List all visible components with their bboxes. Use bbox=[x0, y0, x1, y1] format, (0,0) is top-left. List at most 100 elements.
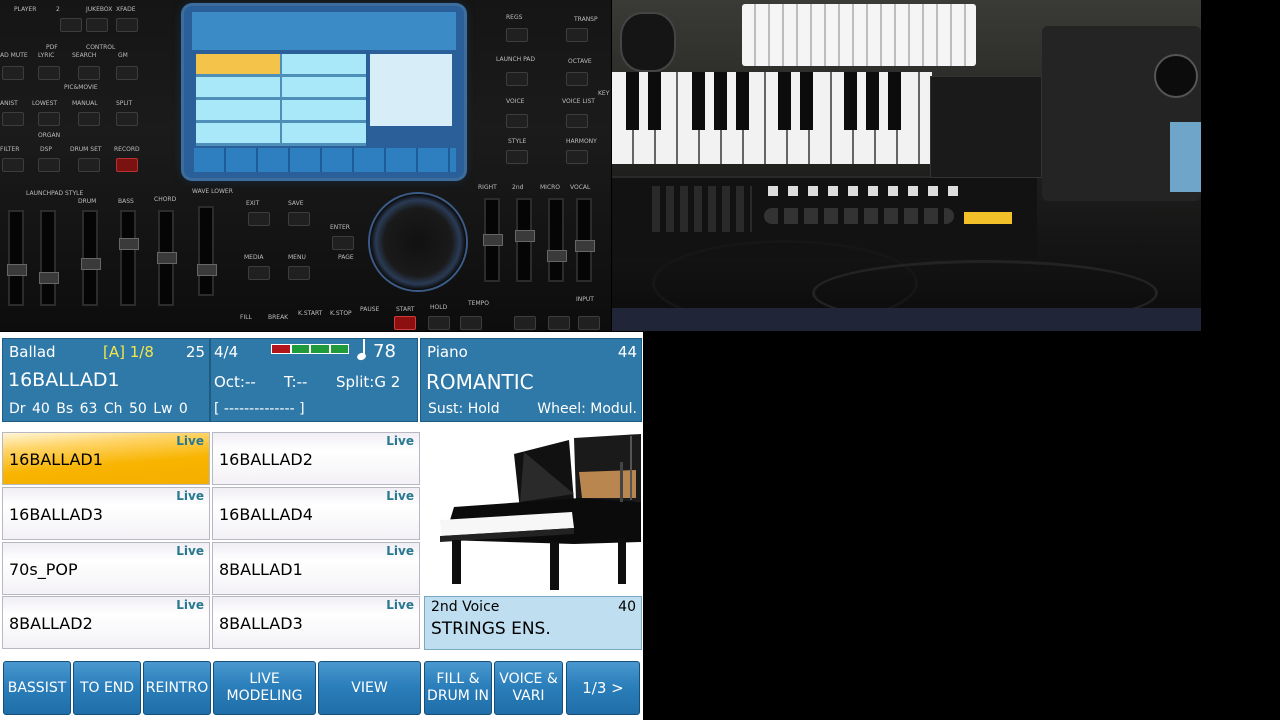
live-badge: Live bbox=[176, 598, 204, 612]
tempo-value: 78 bbox=[373, 341, 396, 362]
panel-label: TEMPO bbox=[468, 300, 489, 307]
panel-label: MICRO bbox=[540, 184, 561, 191]
panel-label: 2 bbox=[56, 6, 60, 13]
panel-label: MANUAL bbox=[72, 100, 98, 107]
style-cell[interactable]: Live 8BALLAD2 bbox=[2, 596, 210, 649]
panel-label: SAVE bbox=[288, 200, 304, 207]
panel-label: ANIST bbox=[0, 100, 18, 107]
time-signature: 4/4 bbox=[214, 343, 239, 361]
octave-value: Oct:-- bbox=[214, 373, 256, 391]
panel-label: FILTER bbox=[0, 146, 20, 153]
panel-label: DRUM SET bbox=[70, 146, 102, 153]
panel-label: EXIT bbox=[246, 200, 260, 207]
style-cell[interactable]: Live 16BALLAD3 bbox=[2, 487, 210, 540]
panel-label: STYLE bbox=[508, 138, 527, 145]
panel-label: CONTROL bbox=[86, 44, 116, 51]
style-cell[interactable]: Live 8BALLAD3 bbox=[212, 596, 420, 649]
panel-label: LAUNCH PAD bbox=[496, 56, 536, 63]
style-variation: [A] 1/8 bbox=[103, 343, 154, 361]
sustain-value: Sust: Hold bbox=[428, 401, 500, 417]
panel-label: KEY bbox=[598, 90, 610, 97]
style-cell-name: 8BALLAD2 bbox=[9, 614, 93, 633]
panel-label: LAUNCHPAD STYLE bbox=[26, 190, 84, 197]
panel-label: RECORD bbox=[114, 146, 140, 153]
keyboard-panel-photo: PLAYER 2 JUKEBOX XFADE REGS TRANSP AD MUTE LYRI… bbox=[0, 0, 611, 331]
live-badge: Live bbox=[386, 544, 414, 558]
live-badge: Live bbox=[386, 598, 414, 612]
panel-label: SEARCH bbox=[72, 52, 97, 59]
panel-label: AD MUTE bbox=[0, 52, 28, 59]
panel-label: PAGE bbox=[338, 254, 354, 261]
live-badge: Live bbox=[176, 489, 204, 503]
view-button[interactable]: VIEW bbox=[318, 661, 421, 715]
data-dial bbox=[370, 194, 466, 290]
controller-photo bbox=[612, 0, 1201, 331]
tempo-panel[interactable]: 4/4 78 Oct:-- T:-- Split:G 2 [ ---------… bbox=[210, 338, 418, 422]
panel-label: DRUM bbox=[78, 198, 97, 205]
panel-label: LYRIC bbox=[38, 52, 55, 59]
wheel-value: Wheel: Modul. bbox=[537, 401, 637, 417]
panel-label: WAVE LOWER bbox=[192, 188, 233, 195]
style-number: 25 bbox=[185, 343, 205, 361]
panel-label: GM bbox=[118, 52, 128, 59]
panel-label: DSP bbox=[40, 146, 53, 153]
bassist-button[interactable]: BASSIST bbox=[3, 661, 71, 715]
to-end-button[interactable]: TO END bbox=[73, 661, 141, 715]
style-cell[interactable]: Live 70s_POP bbox=[2, 542, 210, 595]
signal-meter bbox=[271, 344, 349, 354]
second-voice-number: 40 bbox=[618, 599, 636, 615]
style-cell-name: 16BALLAD4 bbox=[219, 505, 313, 524]
panel-label: JUKEBOX bbox=[86, 6, 113, 13]
style-cell[interactable]: Live 8BALLAD1 bbox=[212, 542, 420, 595]
panel-label: MEDIA bbox=[244, 254, 264, 261]
note-icon bbox=[357, 339, 369, 363]
style-cell-name: 8BALLAD1 bbox=[219, 560, 303, 579]
style-cell[interactable]: Live 16BALLAD2 bbox=[212, 432, 420, 485]
style-panel[interactable]: Ballad [A] 1/8 25 16BALLAD1 Dr 40 Bs 63 … bbox=[2, 338, 210, 422]
panel-label: XFADE bbox=[116, 6, 136, 13]
synth-module bbox=[1042, 26, 1201, 201]
fill-drum-in-button[interactable]: FILL & DRUM IN bbox=[424, 661, 492, 715]
style-cell[interactable]: Live 16BALLAD4 bbox=[212, 487, 420, 540]
panel-label: INPUT bbox=[576, 296, 594, 303]
live-badge: Live bbox=[176, 434, 204, 448]
second-voice-label: 2nd Voice bbox=[431, 599, 500, 615]
panel-label: ORGAN bbox=[38, 132, 61, 139]
voice-name: ROMANTIC bbox=[426, 370, 534, 394]
second-voice-name: STRINGS ENS. bbox=[431, 619, 551, 639]
live-badge: Live bbox=[176, 544, 204, 558]
panel-label: PDF bbox=[46, 44, 58, 51]
panel-label: CHORD bbox=[154, 196, 177, 203]
style-cell-name: 16BALLAD3 bbox=[9, 505, 103, 524]
style-cell[interactable]: Live 16BALLAD1 bbox=[2, 432, 210, 485]
voice-panel[interactable]: Piano 44 ROMANTIC Sust: Hold Wheel: Modu… bbox=[420, 338, 642, 422]
style-cell-name: 16BALLAD2 bbox=[219, 450, 313, 469]
style-tracks: Dr 40 Bs 63 Ch 50 Lw 0 bbox=[9, 401, 188, 417]
panel-label: REGS bbox=[506, 14, 523, 21]
reintro-button[interactable]: REINTRO bbox=[143, 661, 211, 715]
style-cell-name: 16BALLAD1 bbox=[9, 450, 103, 469]
panel-label: VOICE bbox=[506, 98, 525, 105]
voice-vari-button[interactable]: VOICE & VARI bbox=[494, 661, 563, 715]
photo-screen bbox=[184, 6, 464, 178]
panel-label: VOICE LIST bbox=[562, 98, 595, 105]
panel-label: HOLD bbox=[430, 304, 448, 311]
live-modeling-button[interactable]: LIVE MODELING bbox=[213, 661, 316, 715]
page-button[interactable]: 1/3 > bbox=[566, 661, 640, 715]
style-cell-name: 8BALLAD3 bbox=[219, 614, 303, 633]
panel-label: K.START bbox=[298, 310, 323, 317]
panel-label: START bbox=[396, 306, 415, 313]
panel-label: ENTER bbox=[330, 224, 350, 231]
style-cell-name: 70s_POP bbox=[9, 560, 78, 579]
panel-label: BASS bbox=[118, 198, 134, 205]
voice-category: Piano bbox=[427, 343, 468, 361]
panel-label: PIC&MOVIE bbox=[64, 84, 98, 91]
panel-label: 2nd bbox=[512, 184, 524, 191]
grand-piano-image bbox=[424, 432, 641, 593]
second-voice-panel[interactable]: 2nd Voice 40 STRINGS ENS. bbox=[424, 596, 642, 650]
panel-label: OCTAVE bbox=[568, 58, 592, 65]
panel-label: SPLIT bbox=[116, 100, 133, 107]
panel-label: LOWEST bbox=[32, 100, 58, 107]
computer-keyboard bbox=[742, 4, 976, 66]
function-buttons: BASSIST TO END REINTRO LIVE MODELING VIE… bbox=[0, 658, 643, 720]
